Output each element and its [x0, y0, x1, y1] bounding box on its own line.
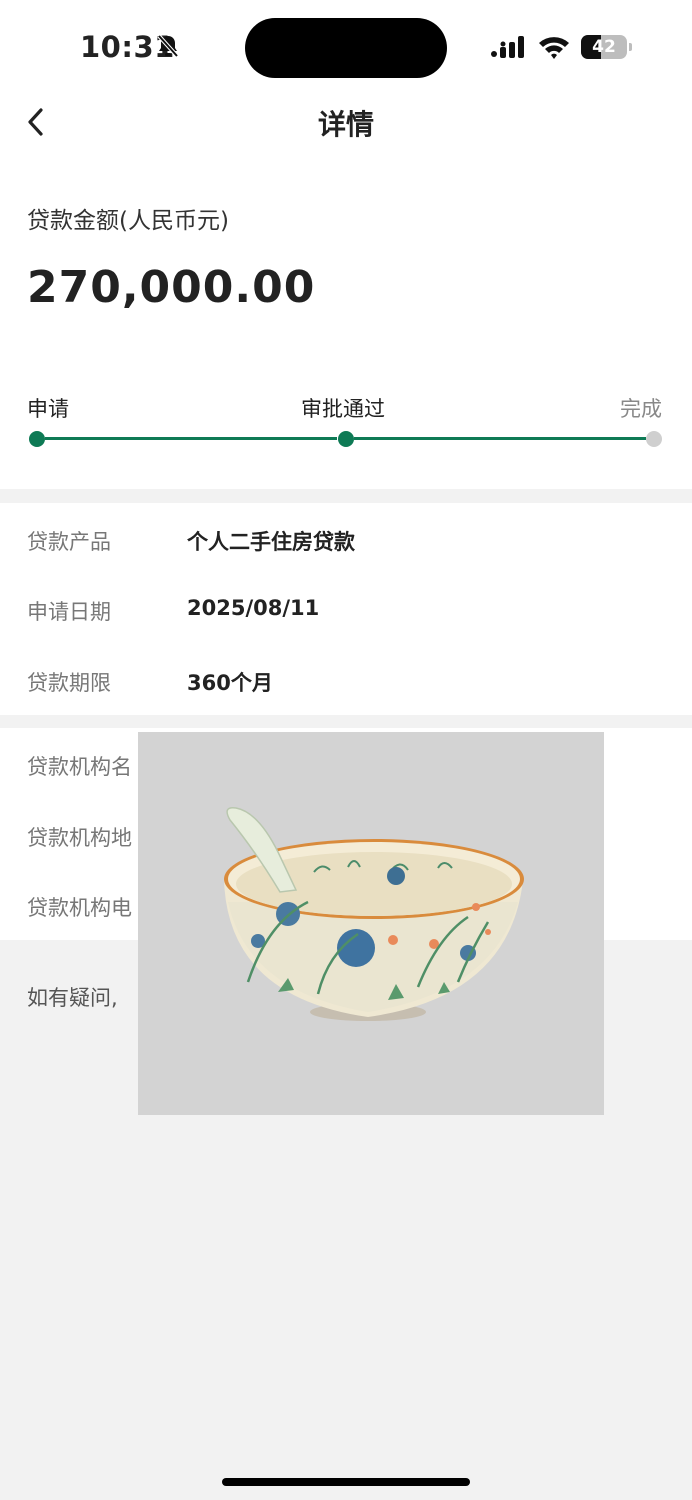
bowl-image-overlay [138, 732, 604, 1115]
silent-bell-icon [157, 34, 179, 58]
institution-address-label: 贷款机构地 [27, 826, 132, 850]
home-indicator [222, 1478, 470, 1486]
step-complete-label: 完成 [620, 397, 662, 421]
step-apply-dot [29, 431, 45, 447]
battery-icon: 42 [581, 35, 633, 59]
loan-term-value: 360个月 [187, 671, 273, 695]
floral-bowl-image [224, 807, 524, 1021]
loan-product-value: 个人二手住房贷款 [187, 530, 355, 554]
institution-name-label: 贷款机构名 [27, 755, 132, 779]
wifi-icon [539, 37, 569, 59]
dynamic-island [245, 18, 447, 78]
cellular-signal-icon [491, 36, 524, 58]
amount-label: 贷款金额(人民币元) [27, 208, 229, 234]
page-title: 详情 [317, 108, 374, 141]
status-bar: 10:31 42 [0, 0, 692, 95]
loan-term-label: 贷款期限 [27, 671, 111, 695]
step-approved-label: 审批通过 [301, 397, 385, 421]
battery-level: 42 [592, 37, 616, 57]
progress-line-2 [354, 437, 646, 440]
progress-line-1 [45, 437, 337, 440]
step-approved-dot [338, 431, 354, 447]
institution-phone-label: 贷款机构电 [27, 896, 132, 920]
step-complete-dot [646, 431, 662, 447]
amount-value: 270,000.00 [27, 262, 316, 313]
help-text: 如有疑问, [27, 986, 118, 1010]
loan-product-label: 贷款产品 [27, 530, 111, 554]
apply-date-value: 2025/08/11 [187, 596, 320, 620]
apply-date-label: 申请日期 [27, 600, 111, 624]
step-apply-label: 申请 [27, 397, 69, 421]
